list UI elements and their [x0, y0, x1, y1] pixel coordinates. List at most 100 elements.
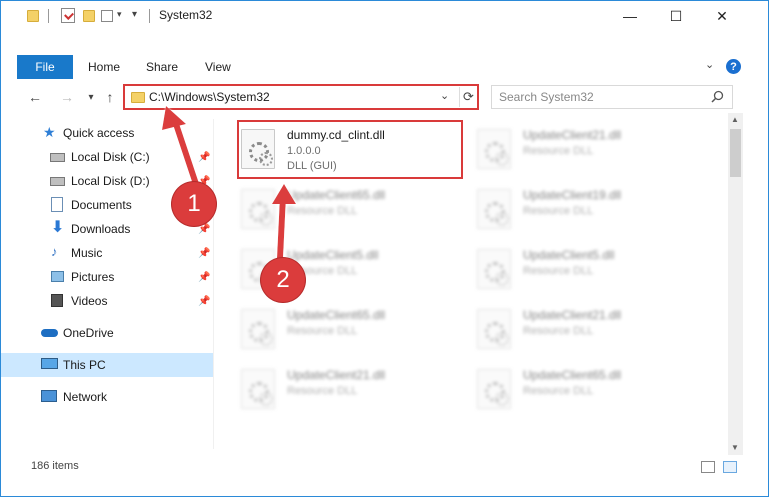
pin-icon[interactable]: 📌	[198, 272, 210, 283]
navigation-bar: ← → ▾ ↑ C:\Windows\System32 ⌄ ⟳ Search S…	[1, 83, 768, 111]
up-button[interactable]: ↑	[100, 87, 120, 107]
file-type: Resource DLL	[523, 145, 594, 157]
help-icon[interactable]: ?	[726, 59, 741, 74]
pictures-icon	[51, 271, 64, 282]
dll-file-icon	[241, 189, 275, 229]
pin-icon[interactable]: 📌	[198, 248, 210, 259]
search-box[interactable]: Search System32	[491, 85, 733, 109]
divider	[149, 9, 150, 23]
expand-ribbon-icon[interactable]: ⌄	[705, 58, 714, 71]
file-type: Resource DLL	[287, 325, 358, 337]
minimize-button[interactable]: —	[607, 1, 653, 31]
tab-share[interactable]: Share	[146, 55, 178, 79]
details-view-icon[interactable]	[701, 461, 715, 473]
file-highlight-box	[237, 120, 463, 179]
address-bar[interactable]: C:\Windows\System32 ⌄ ⟳	[123, 84, 479, 110]
file-type: Resource DLL	[523, 265, 594, 277]
new-folder-icon[interactable]	[83, 10, 95, 22]
dll-file-icon	[477, 189, 511, 229]
computer-icon	[41, 358, 58, 369]
address-path[interactable]: C:\Windows\System32	[149, 90, 270, 104]
status-bar: 186 items	[1, 457, 768, 477]
sidebar-item-label: Network	[63, 390, 108, 404]
vertical-scrollbar[interactable]: ▲ ▼	[728, 113, 743, 455]
large-icons-view-icon[interactable]	[723, 461, 737, 473]
pin-icon[interactable]: 📌	[198, 152, 210, 163]
tab-home[interactable]: Home	[88, 55, 120, 79]
recent-locations-button[interactable]: ▾	[81, 87, 101, 107]
file-type: Resource DLL	[287, 385, 358, 397]
file-item[interactable]: UpdateClient5.dll Resource DLL	[461, 239, 689, 299]
sidebar-item-label: Pictures	[71, 270, 115, 284]
tab-file[interactable]: File	[17, 55, 73, 79]
quick-access-dropdown-icon[interactable]: ▾	[132, 9, 137, 20]
ribbon-tabs: File Home Share View	[1, 55, 768, 79]
file-item[interactable]: UpdateClient65.dll Resource DLL	[225, 299, 453, 359]
step-1-badge: 1	[172, 182, 216, 226]
scroll-down-arrow-icon[interactable]: ▼	[731, 443, 739, 452]
sidebar-item-videos[interactable]: Videos 📌	[1, 289, 213, 313]
item-count: 186 items	[31, 460, 79, 472]
file-item[interactable]: UpdateClient65.dll Resource DLL	[225, 179, 453, 239]
file-item[interactable]: UpdateClient65.dll Resource DLL	[461, 359, 689, 419]
scroll-up-arrow-icon[interactable]: ▲	[731, 115, 739, 124]
search-icon	[711, 90, 724, 103]
downloads-icon: ⬇	[51, 219, 65, 236]
star-icon: ★	[43, 124, 56, 140]
documents-icon	[51, 197, 63, 212]
file-item[interactable]: UpdateClient21.dll Resource DLL	[461, 119, 689, 179]
file-item[interactable]: UpdateClient21.dll Resource DLL	[225, 359, 453, 419]
navigation-pane: ★ Quick access Local Disk (C:) 📌 Local D…	[1, 119, 213, 449]
dll-file-icon	[477, 129, 511, 169]
back-button[interactable]: ←	[25, 87, 45, 107]
address-dropdown-icon[interactable]: ⌄	[440, 89, 449, 102]
sidebar-item-label: Downloads	[71, 222, 131, 236]
file-name: UpdateClient65.dll	[287, 188, 386, 202]
cloud-icon	[41, 329, 58, 337]
file-name: UpdateClient5.dll	[287, 248, 379, 262]
dll-file-icon	[477, 249, 511, 289]
pin-icon[interactable]: 📌	[198, 296, 210, 307]
drive-icon	[50, 153, 65, 162]
file-name: UpdateClient21.dll	[523, 308, 622, 322]
sidebar-item-label: Documents	[71, 198, 132, 212]
forward-button[interactable]: →	[57, 87, 77, 107]
sidebar-item-network[interactable]: Network	[1, 385, 213, 409]
sidebar-item-this-pc[interactable]: This PC	[1, 353, 213, 377]
dll-file-icon	[477, 369, 511, 409]
sidebar-item-pictures[interactable]: Pictures 📌	[1, 265, 213, 289]
refresh-icon[interactable]: ⟳	[459, 87, 477, 107]
sidebar-item-label: This PC	[63, 358, 106, 372]
videos-icon	[51, 294, 63, 307]
dll-file-icon	[241, 369, 275, 409]
sidebar-item-quick-access[interactable]: ★ Quick access	[1, 121, 213, 145]
file-item[interactable]: UpdateClient19.dll Resource DLL	[461, 179, 689, 239]
music-icon: ♪	[51, 244, 58, 259]
file-type: Resource DLL	[287, 205, 358, 217]
file-item[interactable]: UpdateClient5.dll Resource DLL	[225, 239, 453, 299]
pane-divider	[213, 119, 214, 449]
dll-file-icon	[477, 309, 511, 349]
tab-view[interactable]: View	[205, 55, 231, 79]
maximize-button[interactable]: ☐	[653, 1, 699, 31]
file-type: Resource DLL	[523, 325, 594, 337]
sidebar-item-local-disk-c[interactable]: Local Disk (C:) 📌	[1, 145, 213, 169]
properties-icon[interactable]	[61, 8, 75, 23]
scroll-thumb[interactable]	[730, 129, 741, 177]
file-item[interactable]: UpdateClient21.dll Resource DLL	[461, 299, 689, 359]
folder-icon	[27, 10, 39, 22]
customize-icon[interactable]	[101, 10, 113, 22]
sidebar-item-label: Local Disk (C:)	[71, 150, 150, 164]
chevron-down-icon[interactable]: ▾	[117, 9, 122, 20]
divider	[48, 9, 49, 23]
drive-icon	[50, 177, 65, 186]
search-input[interactable]: Search System32	[499, 90, 594, 104]
sidebar-item-label: Quick access	[63, 126, 135, 140]
sidebar-item-music[interactable]: ♪ Music 📌	[1, 241, 213, 265]
sidebar-item-onedrive[interactable]: OneDrive	[1, 321, 213, 345]
window-title: System32	[159, 8, 213, 22]
sidebar-item-label: Local Disk (D:)	[71, 174, 150, 188]
sidebar-item-label: Music	[71, 246, 103, 260]
close-button[interactable]: ✕	[699, 1, 745, 31]
folder-icon	[131, 92, 145, 103]
